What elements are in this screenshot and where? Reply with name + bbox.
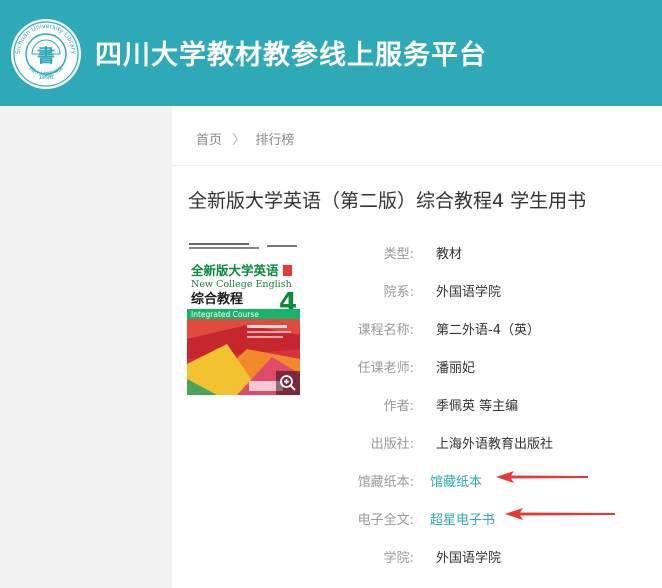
field-type: 类型: 教材 [300,243,640,263]
field-label: 学院: [383,551,414,566]
field-label: 任课老师: [357,361,414,376]
field-label: 馆藏纸本: [357,475,414,490]
chevron-right-icon: 〉 [232,133,246,148]
cover-subtitle-en: Integrated Course [191,310,259,319]
field-label: 作者: [383,399,414,414]
field-author: 作者: 季佩英 等主编 [300,395,640,415]
ebook-link[interactable]: 超星电子书 [430,509,495,528]
divider [172,165,662,166]
field-label: 院系: [383,285,414,300]
field-label: 课程名称: [357,323,414,338]
cover-title-cn: 全新版大学英语 [190,263,279,278]
breadcrumb: 首页 〉 排行榜 [196,129,294,148]
field-publisher: 出版社: 上海外语教育出版社 [300,433,640,453]
site-title: 四川大学教材教参线上服务平台 [95,40,487,71]
field-label: 类型: [383,247,414,262]
breadcrumb-current[interactable]: 排行榜 [255,129,294,148]
logo-character: 書 [37,46,55,67]
library-print-link[interactable]: 馆藏纸本 [430,471,482,490]
field-course: 课程名称: 第二外语-4（英） [300,319,640,339]
field-library-print: 馆藏纸本: 馆藏纸本 [300,471,640,491]
field-value: 教材 [436,247,463,262]
zoom-in-icon[interactable] [276,371,300,395]
field-value: 外国语学院 [436,285,502,300]
field-label: 电子全文: [357,513,414,528]
field-teacher: 任课老师: 潘丽妃 [300,357,640,377]
field-college: 学院: 外国语学院 [300,547,640,567]
cover-title-en: New College English [191,279,292,290]
cover-subtitle-cn: 综合教程 [191,291,243,307]
field-value: 季佩英 等主编 [436,399,519,414]
field-value: 外国语学院 [436,551,502,566]
breadcrumb-home-link[interactable]: 首页 [196,129,222,148]
site-header: 書 1896 Sichuan University Library 四川大学图书… [0,0,662,106]
red-arrow [496,471,588,483]
red-arrow [505,508,615,520]
university-logo-icon[interactable]: 書 1896 Sichuan University Library 四川大学图书… [10,18,82,90]
field-value: 第二外语-4（英） [436,323,540,338]
field-value: 潘丽妃 [436,361,476,376]
book-title: 全新版大学英语（第二版）综合教程4 学生用书 [188,190,587,212]
field-value: 上海外语教育出版社 [436,437,554,452]
field-department: 院系: 外国语学院 [300,281,640,301]
field-label: 出版社: [370,437,414,452]
